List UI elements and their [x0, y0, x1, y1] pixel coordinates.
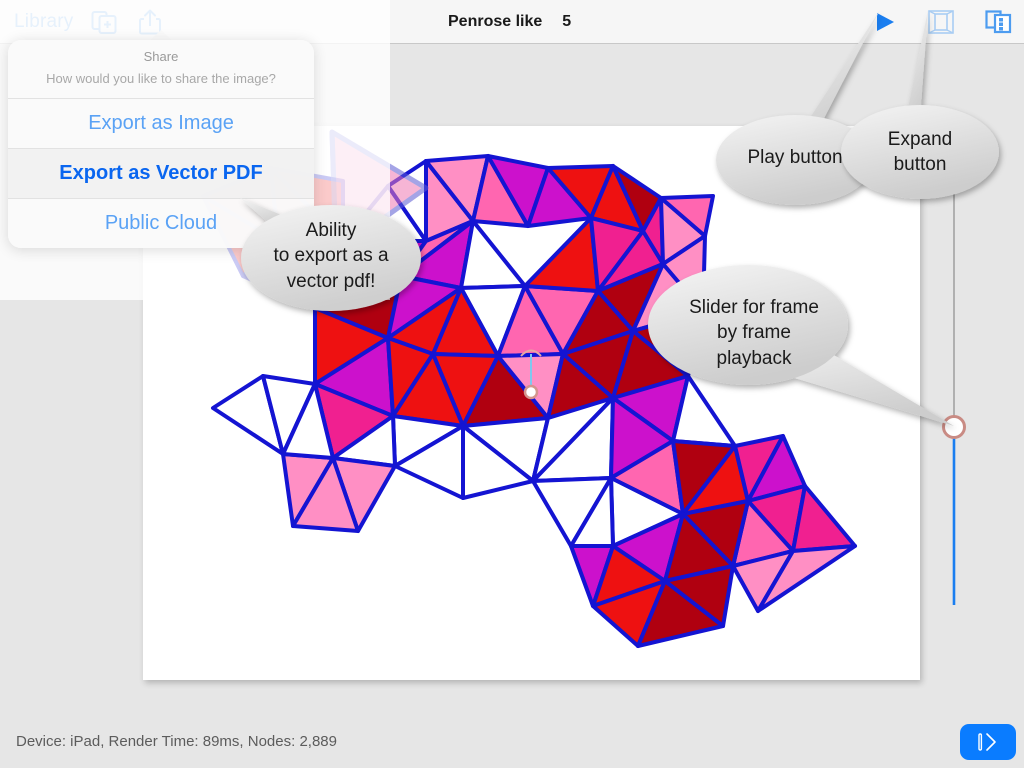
console-toggle-button[interactable] [960, 724, 1016, 760]
bra-ket-icon [978, 733, 996, 751]
document-title: Penrose like [448, 13, 543, 30]
play-triangle-icon[interactable] [870, 8, 898, 36]
frame-number: 5 [562, 13, 572, 30]
export-callout: Ability to export as a vector pdf! [236, 196, 426, 316]
export-as-vector-pdf-option[interactable]: Export as Vector PDF [8, 148, 314, 198]
status-bar-text: Device: iPad, Render Time: 89ms, Nodes: … [16, 733, 337, 750]
slider-thumb [942, 415, 966, 439]
panels-list-icon[interactable] [984, 7, 1014, 37]
expand-callout: Expand button [840, 10, 1000, 204]
popover-subtitle: How would you like to share the image? [46, 71, 276, 86]
export-as-image-option[interactable]: Export as Image [8, 98, 314, 148]
popover-header: Share How would you like to share the im… [8, 40, 314, 98]
app-root: Library Penrose like 5 [0, 0, 1024, 768]
popover-title: Share [143, 49, 179, 64]
expand-frame-icon[interactable] [926, 7, 956, 37]
slider-callout: Slider for frame by frame playback [646, 258, 954, 426]
